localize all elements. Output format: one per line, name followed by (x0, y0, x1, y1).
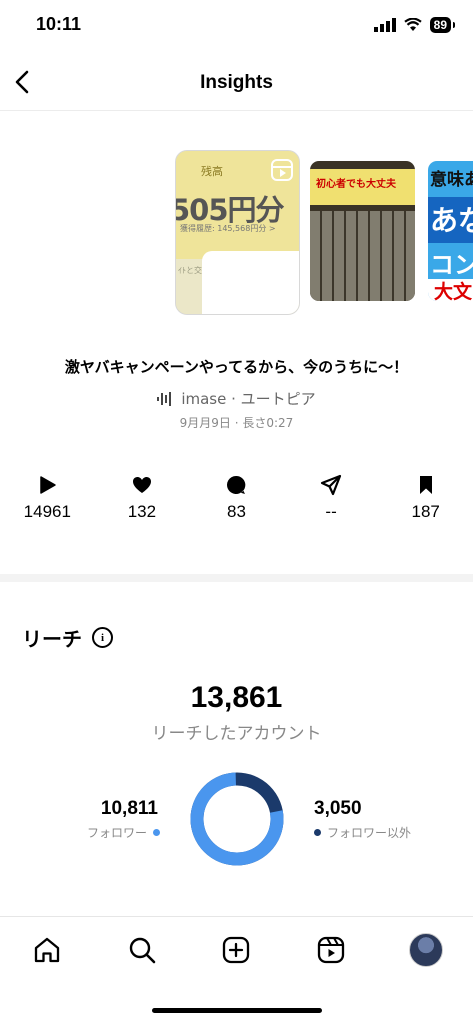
thumbnail-3-line2: あな (430, 204, 473, 237)
audio-attribution[interactable]: imase · ユートピア (0, 388, 473, 409)
home-icon (35, 937, 60, 963)
followers-legend: フォロワー (87, 824, 160, 841)
audio-waveform-icon (157, 391, 172, 406)
stat-plays: 14961 (0, 474, 95, 522)
stat-comments: 83 (189, 474, 284, 522)
section-divider (0, 574, 473, 582)
post-meta: 9月月9日 · 長さ0:27 (179, 416, 294, 430)
tab-home[interactable] (0, 930, 95, 970)
send-icon (320, 474, 342, 496)
search-icon (129, 937, 156, 964)
comment-icon (227, 475, 246, 494)
thumbnail-card (202, 251, 299, 314)
bookmark-icon (419, 476, 432, 494)
reach-heading: リーチ i (22, 623, 113, 652)
audio-label: imase · ユートピア (181, 390, 316, 408)
create-post-icon (223, 936, 250, 964)
page-title: Insights (200, 72, 273, 93)
thumbnail-3-line4: 大文 (434, 281, 473, 301)
shares-count: -- (325, 502, 337, 521)
tab-bar (0, 930, 473, 970)
header-divider (0, 110, 473, 111)
followers-value: 10,811 (100, 798, 158, 819)
non-followers-label: フォロワー以外 (327, 826, 412, 840)
reach-donut-chart (190, 772, 284, 866)
tab-create[interactable] (189, 930, 284, 970)
thumbnail-3-line1: 意味あ (430, 170, 473, 190)
status-time: 10:11 (36, 14, 82, 34)
comments-count: 83 (227, 502, 246, 521)
reel-thumbnail-main[interactable]: 残高 505円分 獲得履歴: 145,568円分 > ｲﾄと交換 (175, 150, 300, 315)
tab-search[interactable] (95, 930, 190, 970)
info-icon[interactable]: i (92, 627, 113, 648)
reels-icon (271, 159, 293, 181)
stat-shares: -- (284, 474, 379, 522)
reach-subtitle: リーチしたアカウント (151, 724, 322, 744)
non-followers-legend: フォロワー以外 (314, 824, 411, 841)
tab-bar-divider (0, 916, 473, 917)
play-icon (40, 476, 57, 494)
saves-count: 187 (411, 502, 440, 521)
followers-dot (153, 829, 160, 836)
reel-thumbnail-second[interactable]: 初心者でも大丈夫 (310, 161, 415, 301)
stat-saves: 187 (378, 474, 473, 522)
likes-count: 132 (127, 502, 157, 521)
thumbnail-3-line3: コン (430, 251, 473, 279)
reels-tab-icon (317, 936, 345, 964)
keyboard-image (310, 211, 415, 301)
plays-count: 14961 (23, 502, 71, 521)
reach-heading-label: リーチ (22, 627, 82, 651)
profile-avatar (408, 933, 443, 967)
non-followers-value: 3,050 (314, 798, 362, 819)
status-icons: 89 (373, 17, 456, 33)
post-caption: 激ヤバキャンペーンやってるから、今のうちに〜！ (64, 358, 409, 376)
thumbnail-text-small: 獲得履歴: 145,568円分 > (180, 224, 276, 233)
tab-profile[interactable] (378, 930, 473, 970)
followers-label: フォロワー (86, 826, 147, 840)
reel-thumbnail-third[interactable]: 意味あ あな コン 大文 (428, 161, 473, 301)
stat-likes: 132 (95, 474, 190, 522)
stats-row: 14961 132 83 -- 187 (0, 474, 473, 522)
battery-indicator: 89 (429, 17, 456, 33)
thumbnail-text-top: 残高 (201, 165, 223, 178)
cellular-signal-icon (373, 18, 396, 32)
tab-reels[interactable] (284, 930, 379, 970)
reach-total: 13,861 (190, 681, 283, 714)
non-followers-dot (314, 829, 321, 836)
wifi-icon (403, 18, 422, 31)
thumbnail-2-text: 初心者でも大丈夫 (316, 179, 396, 190)
heart-icon (132, 477, 151, 493)
home-indicator (152, 1008, 322, 1013)
